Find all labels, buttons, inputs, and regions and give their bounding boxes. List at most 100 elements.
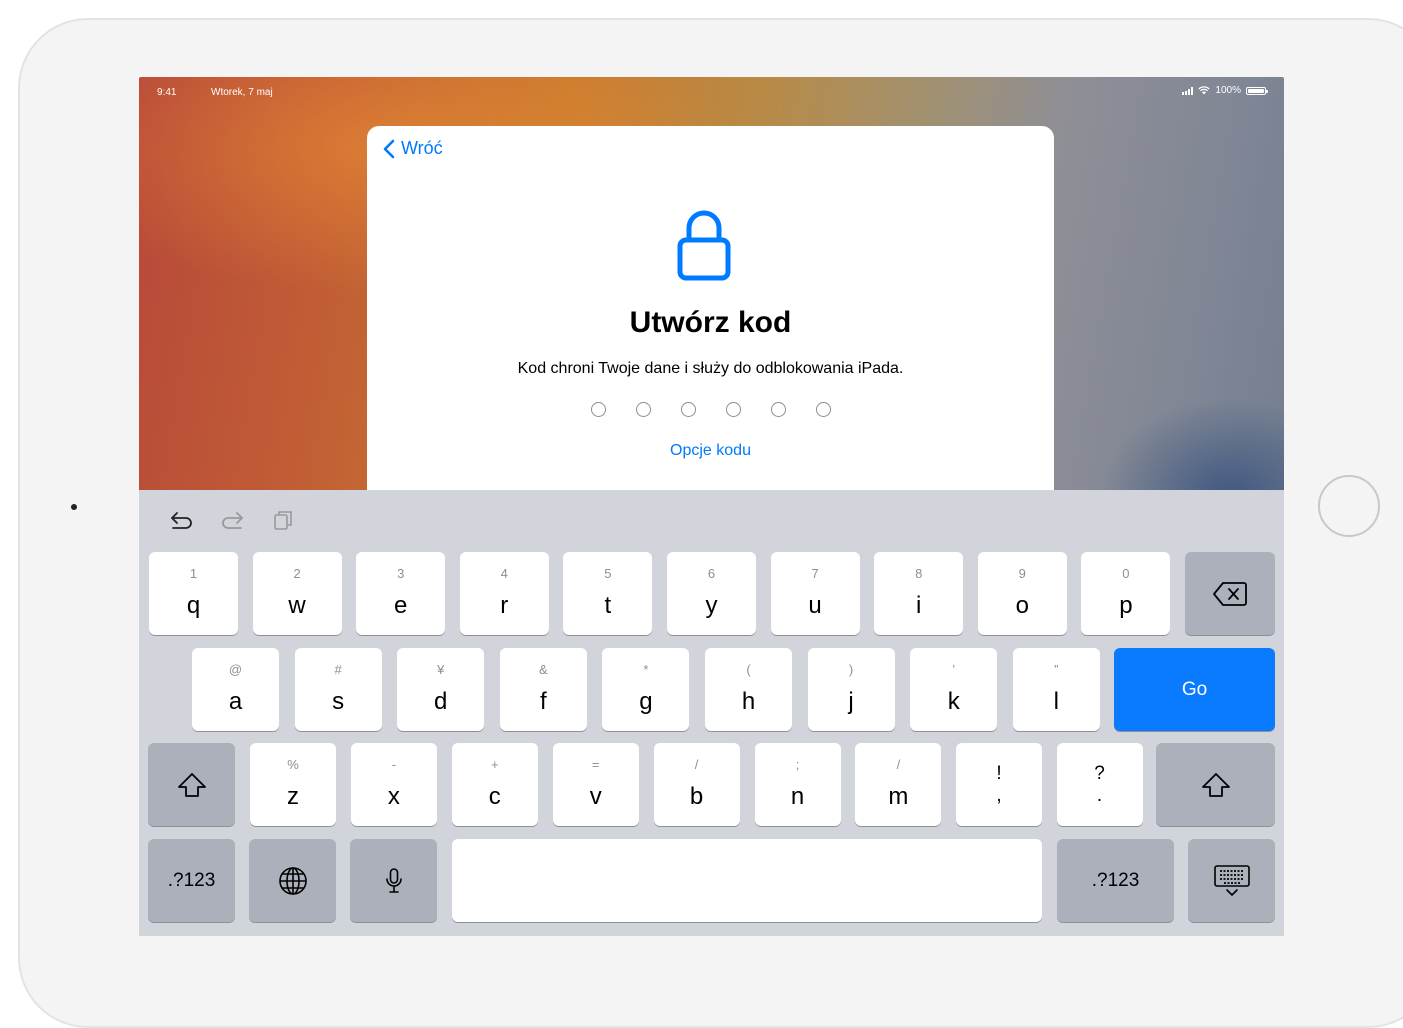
hide-keyboard-key[interactable] — [1188, 839, 1275, 922]
key-q[interactable]: 1q — [149, 552, 238, 635]
key-f[interactable]: & f — [499, 648, 587, 731]
key-label: t — [604, 592, 612, 619]
camera-dot — [71, 504, 77, 510]
passcode-dot — [680, 402, 696, 417]
key-secondary-label: / — [896, 757, 901, 772]
key-u[interactable]: 7u — [770, 552, 860, 635]
key-label: j — [848, 688, 854, 715]
key-e[interactable]: 3e — [356, 552, 446, 635]
key-secondary-label: 1 — [189, 566, 198, 581]
key-z[interactable]: % z — [250, 743, 336, 826]
key-w[interactable]: 2w — [252, 552, 342, 635]
key-x[interactable]: -x — [350, 743, 437, 826]
passcode-dots — [367, 402, 1054, 417]
page-subtitle: Kod chroni Twoje dane i służy do odbloko… — [517, 360, 904, 377]
key-secondary-label: % — [287, 757, 299, 772]
key-label: n — [790, 783, 805, 810]
key-j[interactable]: ) j — [807, 648, 895, 731]
status-indicators: 100% — [1182, 85, 1268, 96]
key-label: w — [288, 592, 306, 619]
key-d[interactable]: ¥ d — [397, 648, 485, 731]
passcode-options-link[interactable]: Opcje kodu — [367, 442, 1054, 460]
key-t[interactable]: 5t — [563, 552, 653, 635]
globe-key[interactable] — [249, 839, 336, 922]
space-key[interactable] — [452, 839, 1042, 922]
key-secondary-label: 2 — [293, 566, 301, 581]
key-secondary-label: = — [591, 757, 600, 772]
status-time: 9:41 — [157, 87, 177, 98]
key-p[interactable]: 0p — [1081, 552, 1171, 635]
key-label: k — [947, 688, 960, 715]
paste-icon[interactable] — [271, 508, 295, 532]
key-punctuation[interactable]: !, — [956, 743, 1042, 826]
key-secondary-label: ” — [1054, 662, 1059, 677]
key-h[interactable]: (h — [705, 648, 792, 731]
key-secondary-label: & — [538, 662, 548, 677]
page-title: Utwórz kod — [629, 306, 792, 339]
key-secondary-label: 3 — [397, 566, 405, 581]
go-key[interactable]: Go — [1114, 648, 1275, 731]
key-label: e — [394, 592, 408, 619]
key-k[interactable]: ’ k — [910, 648, 998, 731]
back-button[interactable]: Wróć — [383, 138, 443, 159]
key-v[interactable]: = v — [552, 743, 639, 826]
key-secondary-label: 5 — [604, 566, 612, 581]
key-b[interactable]: / b — [653, 743, 740, 826]
keyboard-hide-icon — [1213, 864, 1250, 896]
undo-icon[interactable] — [169, 508, 195, 532]
key-n[interactable]: ; n — [754, 743, 841, 826]
dictation-key[interactable] — [350, 839, 437, 922]
key-secondary-label: ; — [795, 757, 800, 772]
key-secondary-label: - — [391, 757, 397, 772]
key-label-top: ? — [1094, 763, 1105, 784]
key-i[interactable]: 8i — [874, 552, 964, 635]
delete-key[interactable] — [1185, 552, 1275, 635]
key-secondary-label: ’ — [952, 662, 956, 677]
keyboard: 1q2w3e4r5t6y7u8i9o0p @ a # s ¥ d & f * g(h) j’ k” l … — [139, 490, 1284, 936]
key-label: c — [488, 783, 501, 810]
key-label: p — [1119, 592, 1133, 619]
status-date: Wtorek, 7 maj — [211, 87, 273, 98]
key-secondary-label: ) — [848, 662, 854, 677]
key-r[interactable]: 4r — [459, 552, 549, 635]
key-label: o — [1015, 592, 1029, 619]
key-s[interactable]: # s — [294, 648, 382, 731]
screen: 9:41 Wtorek, 7 maj 100% Wróć Utwórz kod … — [139, 77, 1284, 936]
key-l[interactable]: ” l — [1012, 648, 1100, 731]
lock-icon — [677, 210, 731, 281]
key-label: r — [500, 592, 509, 619]
key-label: y — [705, 592, 718, 619]
shift-key-right[interactable] — [1156, 743, 1275, 826]
key-y[interactable]: 6y — [667, 552, 756, 635]
key-label: i — [916, 592, 922, 619]
key-secondary-label: 4 — [500, 566, 508, 581]
numbers-key-left[interactable]: .?123 — [148, 839, 235, 922]
key-secondary-label: # — [334, 662, 342, 677]
passcode-dot — [590, 402, 606, 417]
key-a[interactable]: @ a — [192, 648, 279, 731]
key-o[interactable]: 9o — [977, 552, 1067, 635]
cellular-signal-icon — [1182, 86, 1194, 95]
key-label: q — [186, 592, 201, 619]
shift-key-left[interactable] — [148, 743, 235, 826]
home-button[interactable] — [1318, 475, 1380, 537]
key-label: v — [589, 783, 602, 810]
passcode-dot — [725, 402, 741, 417]
wifi-icon — [1198, 86, 1211, 95]
key-label-bottom: . — [1096, 785, 1103, 806]
redo-icon[interactable] — [219, 508, 245, 532]
numbers-key-right[interactable]: .?123 — [1057, 839, 1174, 922]
globe-icon — [278, 866, 307, 895]
shift-icon — [1201, 772, 1230, 797]
key-g[interactable]: * g — [602, 648, 690, 731]
battery-percent: 100% — [1215, 85, 1241, 96]
go-label: Go — [1181, 678, 1208, 700]
microphone-icon — [385, 867, 402, 893]
key-punctuation[interactable]: ?. — [1056, 743, 1143, 826]
key-secondary-label: 0 — [1122, 566, 1130, 581]
key-c[interactable]: + c — [451, 743, 538, 826]
status-bar: 9:41 Wtorek, 7 maj 100% — [139, 77, 1284, 109]
key-label: b — [689, 783, 704, 810]
chevron-left-icon — [383, 139, 395, 158]
key-m[interactable]: / m — [855, 743, 942, 826]
